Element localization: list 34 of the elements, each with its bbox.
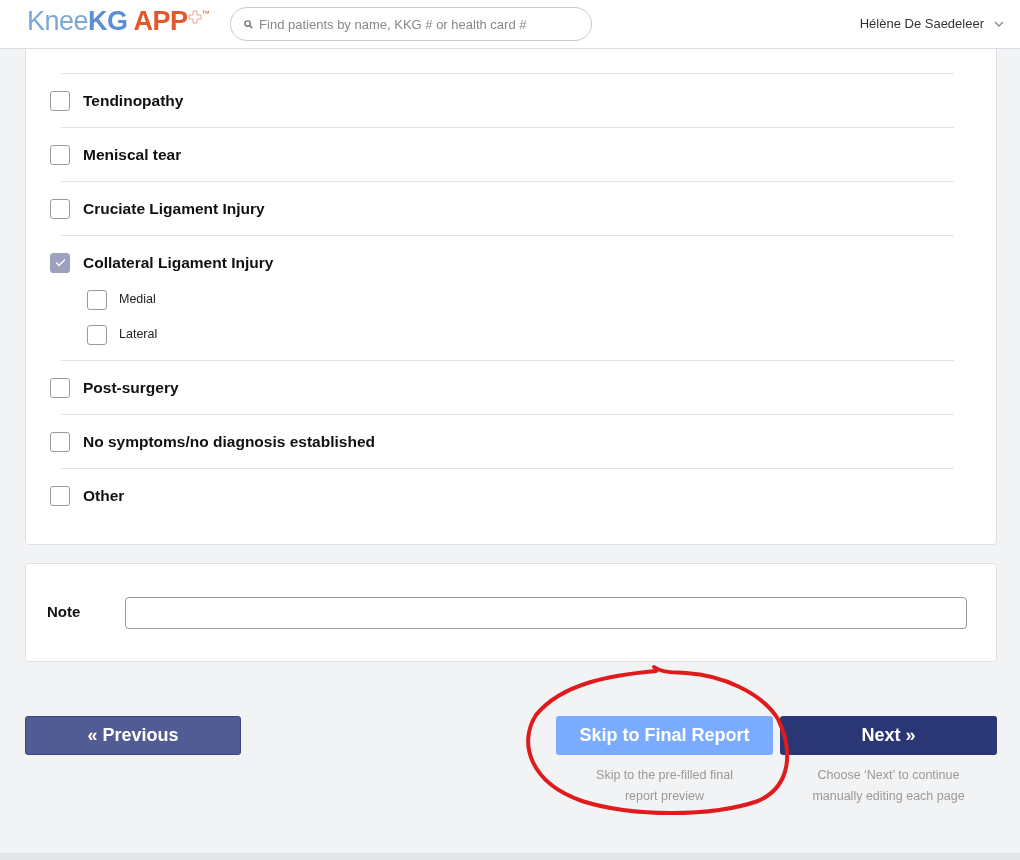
plus-icon <box>187 9 202 24</box>
checkbox[interactable] <box>50 377 70 398</box>
option-label: Medial <box>119 291 156 309</box>
condition-label: Cruciate Ligament Injury <box>83 198 265 219</box>
checkbox[interactable] <box>50 90 70 111</box>
checkbox[interactable] <box>87 289 107 310</box>
next-button[interactable]: Next » <box>780 716 997 755</box>
user-menu[interactable]: Hélène De Saedeleer <box>859 14 1004 34</box>
checkbox[interactable] <box>87 324 107 345</box>
checkbox[interactable] <box>50 431 70 452</box>
trademark-sign: ™ <box>201 9 210 18</box>
condition-label: Tendinopathy <box>83 90 184 111</box>
checkbox[interactable] <box>50 485 70 506</box>
chevron-down-icon <box>994 21 1004 27</box>
condition-label: Meniscal tear <box>83 144 182 165</box>
next-caption: Choose ‘Next’ to continue manually editing each page <box>811 767 966 805</box>
option-label: Lateral <box>119 326 158 344</box>
condition-label: Other <box>83 485 125 506</box>
condition-label: Collateral Ligament Injury <box>83 252 274 273</box>
logo-text: APP <box>133 7 188 35</box>
search-field[interactable]: Find patients by name, KKG # or health card # <box>230 7 593 41</box>
checkbox[interactable] <box>50 252 70 273</box>
checkbox[interactable] <box>50 198 70 219</box>
condition-label: No symptoms/no diagnosis established <box>83 431 375 452</box>
logo-text: Knee <box>27 7 89 35</box>
previous-button[interactable]: « Previous <box>25 716 241 755</box>
condition-label: Post-surgery <box>83 377 179 398</box>
skip-caption: Skip to the pre-filled final report preview <box>595 767 734 805</box>
note-label: Note <box>47 602 82 623</box>
logo-text: KG <box>88 7 128 35</box>
check-icon <box>54 258 66 267</box>
checkbox[interactable] <box>50 144 70 165</box>
note-field[interactable] <box>125 596 967 629</box>
search-icon <box>244 20 254 29</box>
